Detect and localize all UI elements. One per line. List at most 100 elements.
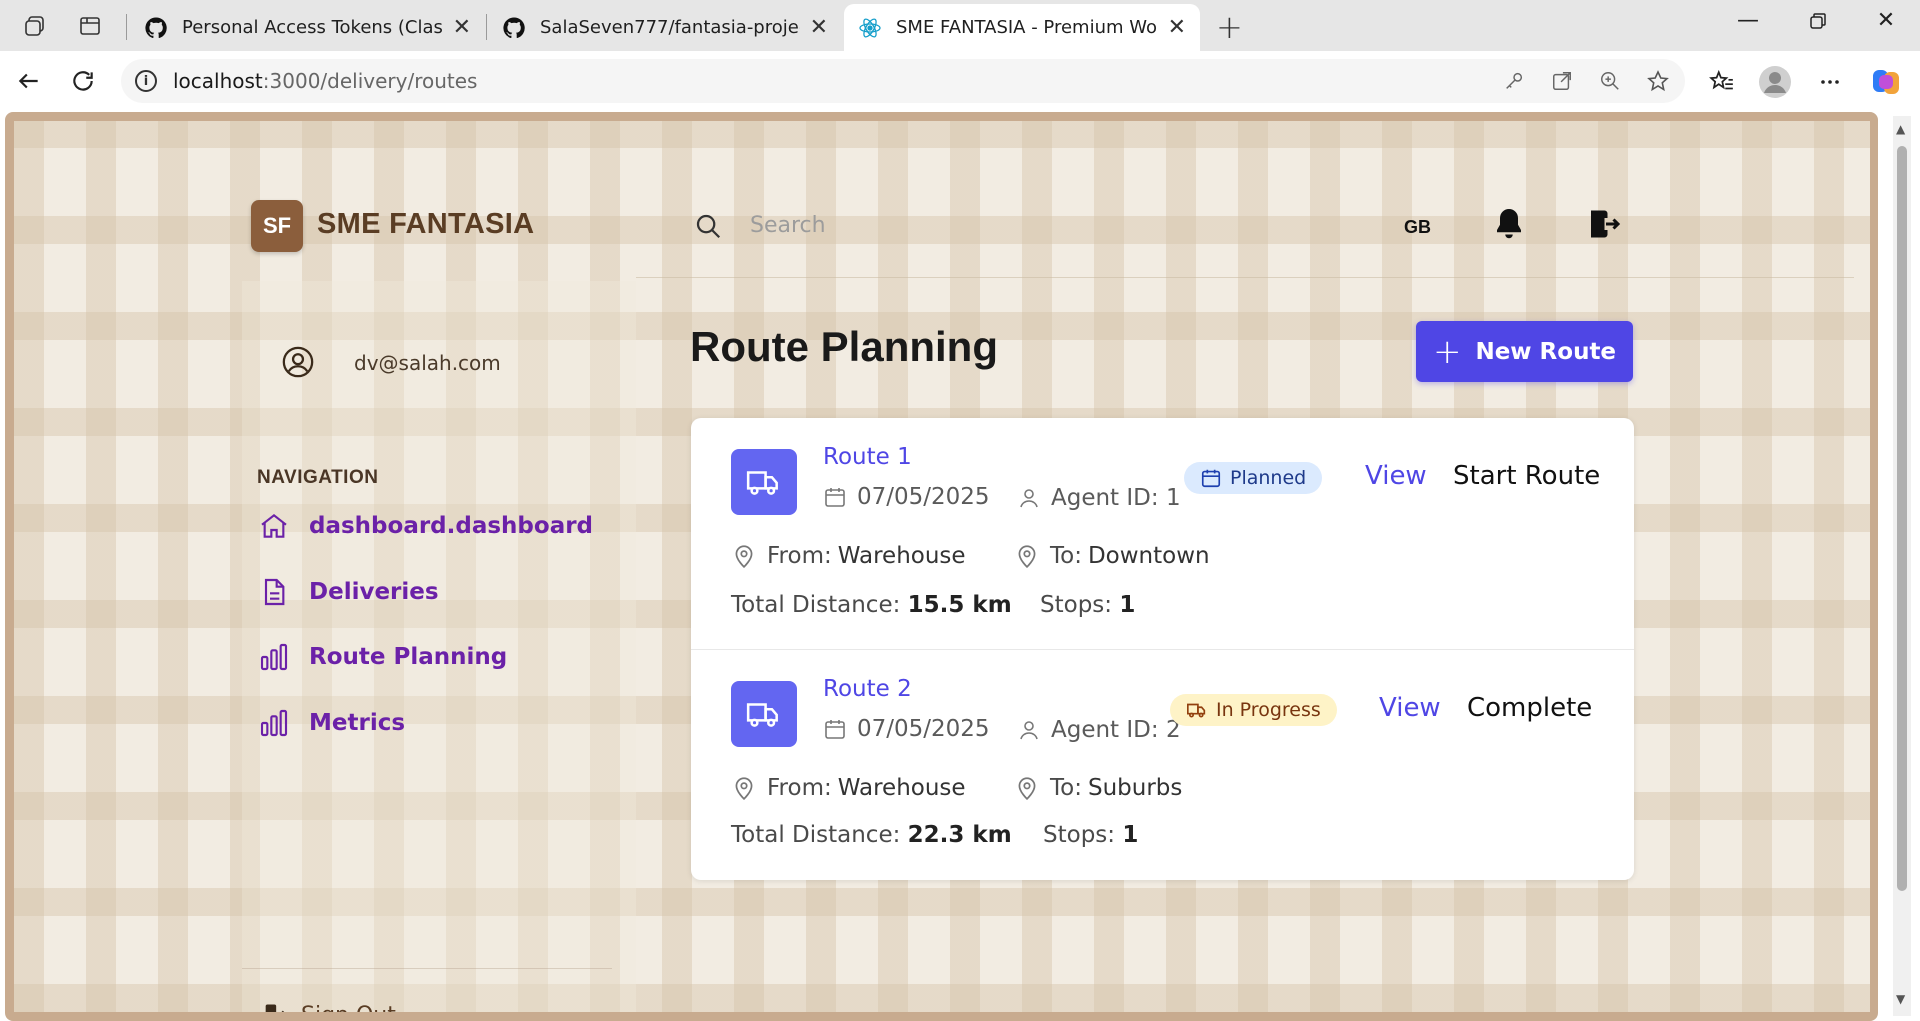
status-badge: In Progress: [1170, 694, 1337, 726]
address-bar-row: i localhost:3000/delivery/routes: [0, 51, 1920, 110]
github-icon: [145, 16, 167, 38]
notification-bell-icon[interactable]: [1491, 205, 1527, 243]
sidebar-item-route-planning[interactable]: Route Planning: [258, 640, 507, 674]
route-name[interactable]: Route 1: [823, 444, 912, 470]
sidebar-item-label: Deliveries: [309, 579, 439, 605]
calendar-icon: [1201, 469, 1221, 488]
routes-card: Route 1 07/05/2025 Agent ID: 1 Planned V…: [691, 418, 1634, 880]
truck-icon: [731, 449, 797, 515]
page-viewport: SF SME FANTASIA GB dv@salah.com NAVIGATI…: [0, 110, 1920, 1021]
search-input[interactable]: [750, 207, 1250, 243]
sidebar-item-label: dashboard.dashboard: [309, 513, 594, 539]
close-tab-icon[interactable]: ✕: [453, 15, 471, 40]
app-canvas: SF SME FANTASIA GB dv@salah.com NAVIGATI…: [14, 121, 1870, 1012]
home-icon: [261, 513, 287, 538]
restore-icon[interactable]: [1790, 8, 1846, 36]
tab-sme-fantasia[interactable]: SME FANTASIA - Premium Wood I ✕: [844, 4, 1200, 51]
route-to: To: Suburbs: [1014, 775, 1182, 801]
logout-icon: [265, 1004, 285, 1012]
start-route-button[interactable]: Start Route: [1453, 461, 1600, 491]
location-pin-icon: [1018, 545, 1036, 569]
tab-title: SME FANTASIA - Premium Wood I: [896, 17, 1158, 38]
view-route-button[interactable]: View: [1379, 693, 1441, 723]
new-route-button[interactable]: + New Route: [1416, 321, 1633, 382]
search-icon: [696, 214, 721, 239]
page-title: Route Planning: [690, 323, 998, 370]
language-switcher[interactable]: GB: [1404, 217, 1431, 238]
complete-route-button[interactable]: Complete: [1467, 693, 1592, 723]
location-pin-icon: [1018, 777, 1036, 801]
new-tab-icon[interactable]: +: [1216, 8, 1243, 46]
sidebar-item-dashboard[interactable]: dashboard.dashboard: [258, 509, 593, 543]
sign-out-label: Sign Out: [301, 1003, 396, 1013]
page-scrollbar[interactable]: ▲ ▼: [1893, 116, 1911, 1016]
site-info-icon[interactable]: i: [135, 70, 157, 92]
view-route-button[interactable]: View: [1365, 461, 1427, 491]
calendar-icon: [825, 488, 845, 507]
close-window-icon[interactable]: ✕: [1858, 8, 1914, 33]
truck-icon: [1187, 703, 1206, 718]
route-stops: Stops: 1: [1043, 822, 1139, 848]
favorites-icon[interactable]: [1704, 64, 1740, 100]
scroll-down-icon[interactable]: ▼: [1896, 992, 1905, 1006]
logo[interactable]: SF: [251, 200, 303, 252]
tab-title: Personal Access Tokens (Classic): [182, 17, 443, 38]
reload-icon[interactable]: [66, 64, 100, 98]
route-row: Route 2 07/05/2025 Agent ID: 2 In Progre…: [691, 649, 1634, 880]
route-distance: Total Distance: 22.3 km: [731, 822, 1012, 848]
route-distance: Total Distance: 15.5 km: [731, 592, 1012, 618]
calendar-icon: [825, 720, 845, 739]
url-field[interactable]: i localhost:3000/delivery/routes: [121, 59, 1685, 103]
navigation-heading: NAVIGATION: [257, 467, 379, 488]
brand-name[interactable]: SME FANTASIA: [317, 208, 534, 241]
tab-github-repo[interactable]: SalaSeven777/fantasia-project at ✕: [488, 4, 842, 51]
route-agent: Agent ID: 2: [1017, 717, 1181, 743]
route-date: 07/05/2025: [823, 484, 990, 510]
key-icon[interactable]: [1501, 68, 1527, 94]
tab-title: SalaSeven777/fantasia-project at: [540, 17, 800, 38]
route-to: To: Downtown: [1014, 543, 1210, 569]
logout-icon[interactable]: [1585, 205, 1621, 243]
minimize-icon[interactable]: —: [1720, 8, 1776, 33]
plus-icon: +: [1432, 331, 1462, 372]
new-route-label: New Route: [1475, 338, 1617, 365]
route-row: Route 1 07/05/2025 Agent ID: 1 Planned V…: [691, 418, 1634, 649]
route-name[interactable]: Route 2: [823, 676, 912, 702]
bar-chart-icon: [260, 709, 288, 737]
workspaces-icon[interactable]: [20, 11, 50, 41]
scrollbar-thumb[interactable]: [1897, 146, 1907, 891]
user-icon: [1020, 489, 1038, 508]
user-icon: [1020, 721, 1038, 740]
route-from: From: Warehouse: [731, 543, 966, 569]
location-pin-icon: [735, 545, 753, 569]
back-icon[interactable]: [12, 64, 46, 98]
sidebar-item-label: Route Planning: [309, 644, 508, 670]
react-icon: [859, 17, 881, 38]
app-frame: SF SME FANTASIA GB dv@salah.com NAVIGATI…: [5, 112, 1878, 1021]
sidebar-item-deliveries[interactable]: Deliveries: [258, 575, 439, 609]
more-menu-icon[interactable]: [1812, 64, 1848, 100]
open-in-app-icon[interactable]: [1549, 68, 1575, 94]
truck-icon: [731, 681, 797, 747]
zoom-icon[interactable]: [1597, 68, 1623, 94]
sidebar-item-metrics[interactable]: Metrics: [258, 706, 405, 740]
copilot-icon[interactable]: [1868, 64, 1904, 100]
sign-out-button[interactable]: Sign Out: [261, 1001, 396, 1012]
close-tab-icon[interactable]: ✕: [810, 15, 828, 40]
github-icon: [503, 16, 525, 38]
document-icon: [264, 578, 285, 606]
tab-actions-icon[interactable]: [75, 11, 105, 41]
favorite-star-icon[interactable]: [1645, 68, 1671, 94]
scroll-up-icon[interactable]: ▲: [1896, 122, 1905, 136]
browser-tab-bar: Personal Access Tokens (Classic) ✕ SalaS…: [0, 0, 1920, 51]
tab-github-tokens[interactable]: Personal Access Tokens (Classic) ✕: [130, 4, 485, 51]
sidebar-item-label: Metrics: [309, 710, 406, 736]
route-date: 07/05/2025: [823, 716, 990, 742]
close-tab-icon[interactable]: ✕: [1168, 15, 1186, 40]
url-text[interactable]: localhost:3000/delivery/routes: [173, 69, 477, 93]
bar-chart-icon: [260, 643, 288, 671]
profile-avatar-icon[interactable]: [1757, 64, 1793, 100]
route-stops: Stops: 1: [1040, 592, 1136, 618]
status-badge: Planned: [1184, 462, 1323, 494]
location-pin-icon: [735, 777, 753, 801]
